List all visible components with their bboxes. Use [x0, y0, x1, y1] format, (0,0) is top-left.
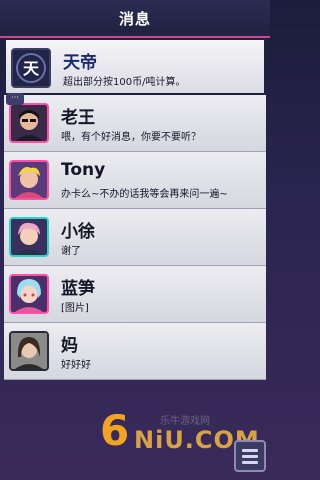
menu-icon: [242, 461, 258, 464]
last-message: 办卡么~不办的话我等会再来问一遍~: [61, 189, 228, 200]
conversation-row-tony[interactable]: Tony 办卡么~不办的话我等会再来问一遍~: [4, 152, 266, 209]
xiaoxu-avatar: [9, 217, 49, 257]
watermark-number: 6: [100, 406, 130, 455]
conversation-row-mom[interactable]: 妈 好好好: [4, 323, 266, 380]
menu-icon: [242, 449, 258, 452]
conversation-row-tiandi[interactable]: 天 天帝 超出部分按100币/吨计算。: [4, 38, 266, 95]
contact-name: 小徐: [61, 222, 95, 242]
lansun-avatar: [9, 274, 49, 314]
menu-button[interactable]: [234, 440, 266, 472]
conversation-row-xiaoxu[interactable]: 小徐 谢了: [4, 209, 266, 266]
site-watermark: 6 NiU.COM 乐牛游戏网: [100, 400, 259, 460]
last-message: 好好好: [61, 360, 91, 371]
last-message: 喂，有个好消息，你要不要听？: [61, 132, 201, 143]
tony-avatar: [9, 160, 49, 200]
last-message: 超出部分按100币/吨计算。: [63, 77, 186, 88]
page-title: 消息: [118, 10, 151, 28]
conversation-row-laowang[interactable]: ··· 老王 喂，有个好消息，你要不要听？: [4, 93, 266, 152]
last-message: [图片]: [61, 303, 89, 314]
unread-badge: ···: [6, 93, 24, 105]
contact-name: 妈: [61, 336, 78, 356]
conversation-row-lansun[interactable]: 蓝笋 [图片]: [4, 266, 266, 323]
watermark-chinese: 乐牛游戏网: [160, 416, 210, 427]
contact-name: Tony: [61, 160, 106, 180]
contact-name: 蓝笋: [61, 279, 95, 299]
menu-icon: [242, 455, 258, 458]
tiandi-logo-icon: 天: [11, 48, 51, 88]
mom-avatar: [9, 331, 49, 371]
laowang-avatar: [9, 103, 49, 143]
svg-text:天: 天: [23, 59, 40, 78]
contact-name: 天帝: [63, 53, 97, 73]
last-message: 谢了: [61, 246, 81, 257]
header-bar: 消息: [0, 0, 270, 38]
contact-name: 老王: [61, 108, 95, 128]
message-list: 天 天帝 超出部分按100币/吨计算。 ··· 老王 喂，有个好消息，你要不要听…: [4, 38, 266, 380]
